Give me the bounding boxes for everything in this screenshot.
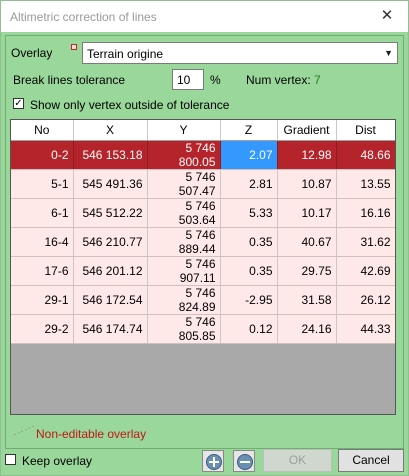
tolerance-input[interactable] — [172, 69, 204, 90]
vertex-count-label: Num vertex: — [246, 73, 311, 87]
table-row[interactable]: 29-1 546 172.54 5 746 824.89 -2.95 31.58… — [11, 285, 395, 315]
cell-y[interactable]: 5 746 503.64 — [147, 198, 221, 228]
table-row[interactable]: 17-6 546 201.12 5 746 907.11 0.35 29.75 … — [11, 256, 395, 286]
cell-y[interactable]: 5 746 800.05 — [147, 140, 221, 170]
cell-gradient[interactable]: 29.75 — [277, 256, 337, 286]
cell-dist[interactable]: 44.33 — [336, 314, 395, 344]
add-vertex-button[interactable] — [202, 450, 224, 472]
cell-no[interactable]: 5-1 — [11, 169, 74, 199]
cell-z[interactable]: 0.12 — [220, 314, 278, 344]
column-header-gradient[interactable]: Gradient — [277, 120, 337, 141]
show-outside-label[interactable]: Show only vertex outside of tolerance — [30, 98, 229, 112]
cell-dist[interactable]: 16.16 — [336, 198, 395, 228]
cell-gradient[interactable]: 10.87 — [277, 169, 337, 199]
overlay-marker-icon — [71, 44, 77, 50]
cell-z[interactable]: 2.07 — [220, 140, 278, 170]
table-row[interactable]: 29-2 546 174.74 5 746 805.85 0.12 24.16 … — [11, 314, 395, 344]
cell-x[interactable]: 546 153.18 — [73, 140, 148, 170]
cell-y[interactable]: 5 746 824.89 — [147, 285, 221, 315]
vertex-count-value: 7 — [314, 73, 321, 87]
cell-gradient[interactable]: 40.67 — [277, 227, 337, 257]
title-bar: Altimetric correction of lines ✕ — [1, 1, 408, 32]
keep-overlay-checkbox[interactable] — [5, 454, 16, 465]
ok-button[interactable]: OK — [263, 449, 332, 472]
column-header-z[interactable]: Z — [220, 120, 278, 141]
vertex-table: No X Y Z Gradient Dist 0-2 546 153.18 5 … — [11, 120, 395, 344]
column-header-dist[interactable]: Dist — [336, 120, 395, 141]
cell-z[interactable]: -2.95 — [220, 285, 278, 315]
column-header-x[interactable]: X — [73, 120, 148, 141]
table-row[interactable]: 5-1 545 491.36 5 746 507.47 2.81 10.87 1… — [11, 169, 395, 199]
cell-y[interactable]: 5 746 507.47 — [147, 169, 221, 199]
table-row[interactable]: 16-4 546 210.77 5 746 889.44 0.35 40.67 … — [11, 227, 395, 257]
cell-no[interactable]: 16-4 — [11, 227, 74, 257]
table-header-row: No X Y Z Gradient Dist — [11, 120, 395, 141]
cell-gradient[interactable]: 24.16 — [277, 314, 337, 344]
vertex-count-display: Num vertex: 7 — [246, 73, 321, 87]
tolerance-label: Break lines tolerance — [13, 73, 126, 87]
cell-y[interactable]: 5 746 805.85 — [147, 314, 221, 344]
plus-globe-icon — [206, 454, 222, 470]
cell-dist[interactable]: 48.66 — [336, 140, 395, 170]
cell-no[interactable]: 6-1 — [11, 198, 74, 228]
cell-y[interactable]: 5 746 907.11 — [147, 256, 221, 286]
cell-x[interactable]: 546 210.77 — [73, 227, 148, 257]
cell-no[interactable]: 29-1 — [11, 285, 74, 315]
minus-globe-icon — [237, 454, 253, 470]
cell-no[interactable]: 0-2 — [11, 140, 74, 170]
cell-no[interactable]: 29-2 — [11, 314, 74, 344]
tolerance-unit: % — [210, 73, 221, 87]
cell-x[interactable]: 546 172.54 — [73, 285, 148, 315]
keep-overlay-label[interactable]: Keep overlay — [22, 454, 92, 468]
table-row[interactable]: 0-2 546 153.18 5 746 800.05 2.07 12.98 4… — [11, 140, 395, 170]
cell-x[interactable]: 546 174.74 — [73, 314, 148, 344]
cell-y[interactable]: 5 746 889.44 — [147, 227, 221, 257]
chevron-down-icon[interactable]: ▼ — [384, 45, 393, 61]
close-icon[interactable]: ✕ — [377, 6, 397, 26]
cell-gradient[interactable]: 12.98 — [277, 140, 337, 170]
remove-vertex-button[interactable] — [233, 450, 255, 472]
cell-gradient[interactable]: 10.17 — [277, 198, 337, 228]
cell-z[interactable]: 0.35 — [220, 227, 278, 257]
cell-no[interactable]: 17-6 — [11, 256, 74, 286]
cell-dist[interactable]: 42.69 — [336, 256, 395, 286]
dashed-line-icon — [13, 425, 35, 436]
legend-label: Non-editable overlay — [36, 427, 147, 441]
column-header-y[interactable]: Y — [147, 120, 221, 141]
cell-x[interactable]: 545 491.36 — [73, 169, 148, 199]
table-row[interactable]: 6-1 545 512.22 5 746 503.64 5.33 10.17 1… — [11, 198, 395, 228]
overlay-label: Overlay — [11, 46, 53, 60]
show-outside-checkbox[interactable]: ✓ — [13, 98, 24, 109]
cell-dist[interactable]: 26.12 — [336, 285, 395, 315]
cell-dist[interactable]: 31.62 — [336, 227, 395, 257]
cell-x[interactable]: 546 201.12 — [73, 256, 148, 286]
cell-z[interactable]: 2.81 — [220, 169, 278, 199]
window-title: Altimetric correction of lines — [10, 10, 157, 24]
cancel-button[interactable]: Cancel — [338, 449, 404, 472]
overlay-select-value: Terrain origine — [87, 47, 164, 61]
overlay-select[interactable]: Terrain origine ▼ — [82, 42, 398, 64]
cell-dist[interactable]: 13.55 — [336, 169, 395, 199]
vertex-grid[interactable]: No X Y Z Gradient Dist 0-2 546 153.18 5 … — [10, 119, 396, 415]
cell-z[interactable]: 5.33 — [220, 198, 278, 228]
column-header-no[interactable]: No — [11, 120, 74, 141]
cell-z[interactable]: 0.35 — [220, 256, 278, 286]
cell-gradient[interactable]: 31.58 — [277, 285, 337, 315]
cell-x[interactable]: 545 512.22 — [73, 198, 148, 228]
